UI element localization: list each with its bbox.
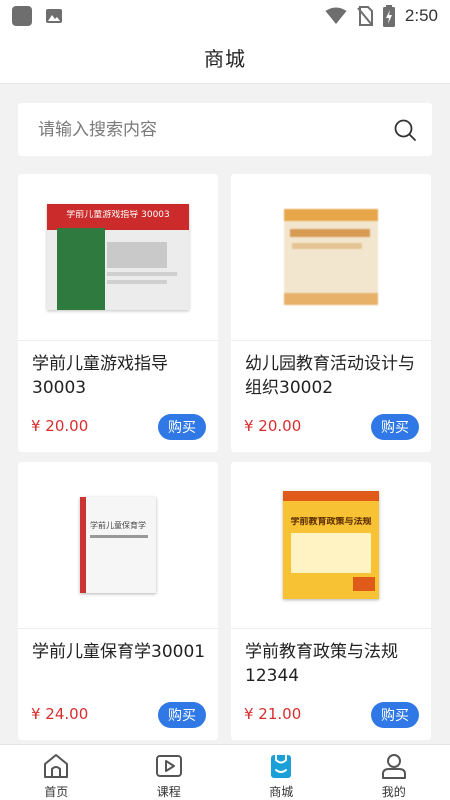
tab-mine[interactable]: 我的 — [338, 745, 450, 800]
product-price: ¥ 20.00 — [31, 417, 89, 435]
tab-label: 商城 — [269, 785, 294, 799]
book-cover: 学前教育政策与法规 — [283, 491, 379, 599]
search-input[interactable] — [38, 119, 392, 140]
tab-label: 我的 — [381, 785, 406, 799]
bag-icon — [266, 751, 296, 781]
product-title: 学前教育政策与法规12344 — [245, 642, 398, 686]
product-title: 学前儿童游戏指导30003 — [32, 354, 168, 398]
product-image[interactable]: 学前教育政策与法规 — [231, 462, 431, 629]
product-title: 学前儿童保育学30001 — [32, 642, 206, 662]
user-icon — [379, 751, 409, 781]
tab-course[interactable]: 课程 — [113, 745, 226, 800]
status-bar: 2:50 — [0, 0, 450, 32]
book-cover — [284, 209, 378, 305]
notification-app-icon — [12, 6, 32, 26]
search-icon[interactable] — [392, 117, 418, 143]
buy-button[interactable]: 购买 — [371, 414, 419, 440]
product-price: ¥ 24.00 — [31, 705, 89, 723]
tab-home[interactable]: 首页 — [0, 745, 113, 800]
product-image[interactable]: 学前儿童游戏指导 30003 — [18, 174, 218, 341]
product-image[interactable]: 学前儿童保育学 — [18, 462, 218, 629]
battery-charging-icon — [382, 5, 395, 27]
video-icon — [154, 751, 184, 781]
buy-button[interactable]: 购买 — [158, 414, 206, 440]
book-cover: 学前儿童保育学 — [80, 497, 156, 593]
product-card[interactable]: 学前教育政策与法规 学前教育政策与法规12344 ¥ 21.00 购买 — [231, 462, 431, 740]
book-cover-text: 学前儿童保育学 — [90, 521, 146, 530]
product-image[interactable] — [231, 174, 431, 341]
product-price: ¥ 21.00 — [244, 705, 302, 723]
wifi-icon — [325, 7, 347, 24]
buy-button[interactable]: 购买 — [158, 702, 206, 728]
product-title: 幼儿园教育活动设计与组织30002 — [245, 354, 415, 398]
title-bar: 商城 — [0, 32, 450, 84]
bottom-tab-bar: 首页 课程 商城 我的 — [0, 744, 450, 800]
status-left — [12, 6, 64, 26]
book-cover-text: 学前教育政策与法规 — [290, 517, 372, 527]
product-card[interactable]: 幼儿园教育活动设计与组织30002 ¥ 20.00 购买 — [231, 174, 431, 452]
product-card[interactable]: 学前儿童保育学 学前儿童保育学30001 ¥ 24.00 购买 — [18, 462, 218, 740]
home-icon — [41, 751, 71, 781]
image-notification-icon — [44, 6, 64, 26]
product-price: ¥ 20.00 — [244, 417, 302, 435]
no-sim-icon — [357, 6, 373, 26]
search-bar[interactable] — [18, 103, 432, 156]
status-time: 2:50 — [404, 6, 438, 25]
tab-label: 课程 — [156, 785, 181, 799]
buy-button[interactable]: 购买 — [371, 702, 419, 728]
page-title: 商城 — [204, 47, 246, 71]
book-cover: 学前儿童游戏指导 30003 — [47, 204, 189, 310]
book-cover-text: 学前儿童游戏指导 30003 — [66, 210, 170, 220]
status-right: 2:50 — [325, 5, 438, 27]
tab-label: 首页 — [44, 785, 69, 799]
tab-mall[interactable]: 商城 — [225, 745, 338, 800]
product-card[interactable]: 学前儿童游戏指导 30003 学前儿童游戏指导30003 ¥ 20.00 购买 — [18, 174, 218, 452]
